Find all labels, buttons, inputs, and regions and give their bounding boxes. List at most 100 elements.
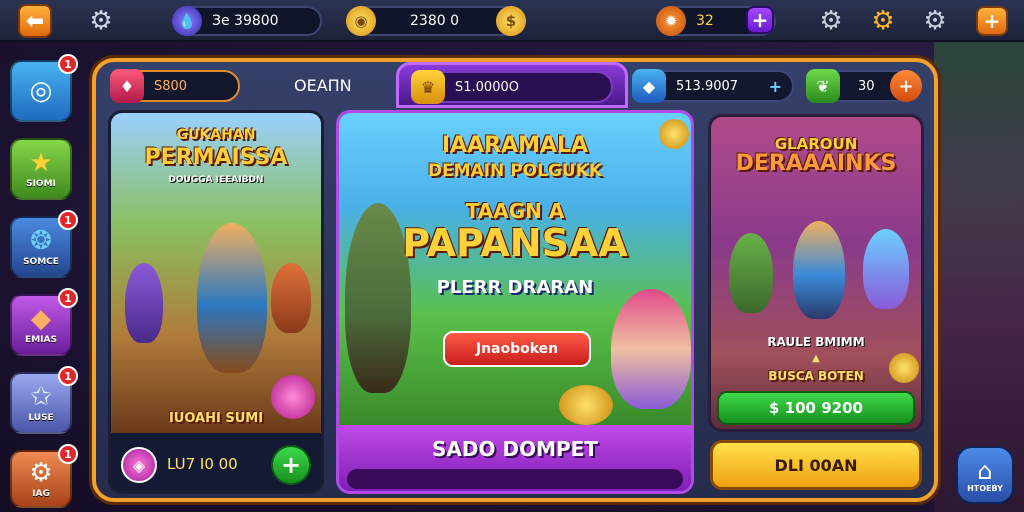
featured-subtitle: PLERR DRARAN	[436, 277, 594, 298]
card-caption: RAULE BMIMM	[767, 335, 865, 349]
background-jungle	[934, 40, 1024, 512]
featured-value-pill: ♛ S1.0000O	[411, 70, 613, 104]
card-subtitle: DOUGGA IEEAIBDN	[168, 175, 264, 185]
card-title-top: GUKAHAN	[176, 127, 256, 143]
sidebar-item-orb[interactable]: ◎ 1	[10, 54, 78, 122]
gem-icon: ♦	[110, 69, 144, 103]
hero-character	[793, 221, 845, 319]
tab-label: OEAПN	[294, 76, 352, 95]
coin-icon: $	[496, 6, 526, 36]
claim-button[interactable]: DLI 00AN	[710, 440, 922, 490]
orb-icon: ◎	[29, 76, 53, 106]
tab-value: S1.0000O	[455, 79, 519, 95]
card-artwork	[339, 113, 691, 425]
gear-icon: ⚙	[89, 6, 113, 36]
gem-icon: ◈	[121, 447, 157, 483]
monster-character	[271, 263, 311, 333]
gem-counter: 💧 Зe 39800	[172, 6, 322, 36]
card-title: PERMAISSA	[144, 145, 288, 170]
hero-character	[197, 223, 267, 373]
coin-pile-icon	[559, 385, 613, 425]
shop-panel: ♦ S800 OEAПN ♛ S1.0000O ◆ 513.9007 + ❦ 3…	[92, 58, 938, 502]
crystal-icon: ◆	[632, 69, 666, 103]
gem-value: Зe 39800	[212, 13, 279, 29]
featured-footer-bar	[347, 469, 683, 489]
sidebar-item-settings[interactable]: ⚙ IAG 1	[10, 444, 78, 508]
sidebar-item-gem[interactable]: ◆ EMIAS 1	[10, 288, 78, 356]
gear-icon: ⚙	[29, 458, 53, 488]
home-button[interactable]: ⌂ HTOEBY	[956, 446, 1014, 504]
sidebar-item-label: SIOMI	[26, 179, 56, 189]
settings-gear-button[interactable]: ⚙	[84, 4, 118, 38]
plus-icon: +	[983, 9, 1001, 33]
notification-badge: 1	[58, 288, 78, 308]
add-energy-button[interactable]: +	[746, 6, 774, 34]
gear-icon: ⚙	[923, 6, 947, 36]
tab-currency-red[interactable]: ♦ S800	[110, 69, 240, 103]
coin-icon: ◉	[346, 6, 376, 36]
card-footer: ◈ LU7 I0 00 +	[111, 433, 321, 491]
notification-badge: 1	[58, 366, 78, 386]
home-label: HTOEBY	[967, 483, 1003, 493]
sidebar-item-label: EMIAS	[25, 335, 57, 345]
sidebar-item-label: SOMCE	[23, 257, 59, 267]
gem-icon: ◆	[31, 304, 51, 334]
plus-icon: +	[768, 76, 782, 96]
featured-footer[interactable]: SADO DOMPET	[339, 425, 691, 491]
price-button[interactable]: $ 100 9200	[717, 391, 915, 425]
ring-icon: ❂	[30, 226, 52, 256]
tab-currency-green[interactable]: ❦ 30 +	[806, 69, 922, 103]
monster-character	[125, 263, 163, 343]
arrow-left-icon: ⬅	[25, 8, 45, 34]
pirate-character	[611, 289, 691, 409]
offer-card-featured[interactable]: IAARAMALA DEMAIN POLGUKK TAAGN A PAPANSA…	[336, 110, 694, 494]
notification-badge: 1	[58, 54, 78, 74]
add-button[interactable]: +	[976, 6, 1008, 36]
notification-badge: 1	[58, 210, 78, 230]
featured-title: PAPANSAA	[402, 221, 628, 265]
gear-button[interactable]: ⚙	[814, 4, 848, 38]
card-caption-secondary: BUSCA BOTEN	[768, 369, 864, 383]
fire-icon: ✹	[656, 6, 686, 36]
featured-footer-label: SADO DOMPET	[432, 437, 598, 461]
tab-value: 30	[858, 78, 875, 94]
leaf-icon: ❦	[806, 69, 840, 103]
sidebar-item-star-outline[interactable]: ✩ LUSE 1	[10, 366, 78, 434]
triangle-up-icon: ▲	[812, 353, 820, 364]
offer-card-left[interactable]: GUKAHAN PERMAISSA DOUGGA IEEAIBDN IUOAHI…	[108, 110, 324, 494]
sidebar-item-star[interactable]: ★ SIOMI	[10, 138, 72, 200]
notification-badge: 1	[58, 444, 78, 464]
tab-featured[interactable]: ♛ S1.0000O	[396, 62, 628, 108]
featured-title-line2: DEMAIN POLGUKK	[427, 161, 603, 181]
house-icon: ⌂	[977, 456, 993, 485]
plus-icon: +	[751, 8, 769, 32]
top-bar: ⬅ ⚙ 💧 Зe 39800 ◉ 2380 0 $ ✹ 32 + ⚙ ⚙ ⚙ +	[0, 0, 1024, 42]
gear-icon: ⚙	[819, 6, 843, 36]
coin-counter: ◉ 2380 0 $	[346, 6, 526, 36]
featured-title-line1: IAARAMALA	[441, 133, 589, 158]
crown-icon: ♛	[411, 70, 445, 104]
tab-value: S800	[154, 78, 188, 94]
potion-icon: 💧	[172, 6, 202, 36]
add-green-button[interactable]: +	[890, 70, 922, 102]
sidebar-item-ring[interactable]: ❂ SOMCE 1	[10, 210, 78, 278]
offer-card-right[interactable]: GLAROUN DERAAAINKS RAULE BMIMM ▲ BUSCA B…	[708, 114, 924, 432]
coin-value: 2380 0	[410, 13, 459, 29]
card-amount: LU7 I0 00	[167, 455, 238, 473]
options-button[interactable]: ⚙	[918, 4, 952, 38]
featured-title-line3: TAAGN A	[465, 199, 565, 223]
plus-icon: +	[280, 451, 302, 479]
tab-currency-blue[interactable]: ◆ 513.9007 +	[632, 69, 794, 103]
back-button[interactable]: ⬅	[18, 4, 52, 38]
star-icon: ★	[29, 148, 53, 178]
energy-value: 32	[696, 13, 714, 29]
card-caption: IUOAHI SUMI	[168, 411, 264, 426]
gold-gear-button[interactable]: ⚙	[866, 4, 900, 38]
monster-character	[863, 229, 909, 309]
featured-cta-button[interactable]: Jnaoboken	[443, 331, 591, 367]
sidebar-item-label: LUSE	[28, 413, 54, 423]
plus-icon: +	[898, 75, 914, 97]
goblin-character	[729, 233, 773, 313]
add-left-button[interactable]: +	[271, 445, 311, 485]
tab-value: 513.9007	[676, 78, 739, 94]
